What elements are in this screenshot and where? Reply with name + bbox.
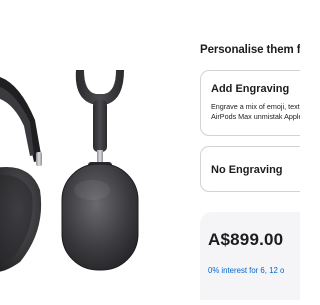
add-engraving-title: Add Engraving bbox=[211, 83, 290, 95]
no-engraving-option[interactable]: No Engraving bbox=[200, 146, 300, 192]
product-image-area bbox=[0, 0, 190, 300]
left-headphone bbox=[0, 76, 42, 272]
price-card: A$899.00 0% interest for 6, 12 o bbox=[200, 212, 300, 300]
airpods-max-image bbox=[0, 70, 139, 272]
personalise-heading: Personalise them for bbox=[200, 44, 300, 56]
add-engraving-description: Engrave a mix of emoji, text, make AirPo… bbox=[211, 102, 300, 121]
finance-link[interactable]: 0% interest for 6, 12 o bbox=[208, 266, 284, 275]
price: A$899.00 bbox=[208, 230, 284, 249]
right-headphone bbox=[61, 70, 139, 271]
no-engraving-title: No Engraving bbox=[211, 164, 283, 176]
add-engraving-option[interactable]: Add Engraving Engrave a mix of emoji, te… bbox=[200, 70, 300, 136]
configuration-panel: Personalise them for Add Engraving Engra… bbox=[190, 0, 300, 300]
